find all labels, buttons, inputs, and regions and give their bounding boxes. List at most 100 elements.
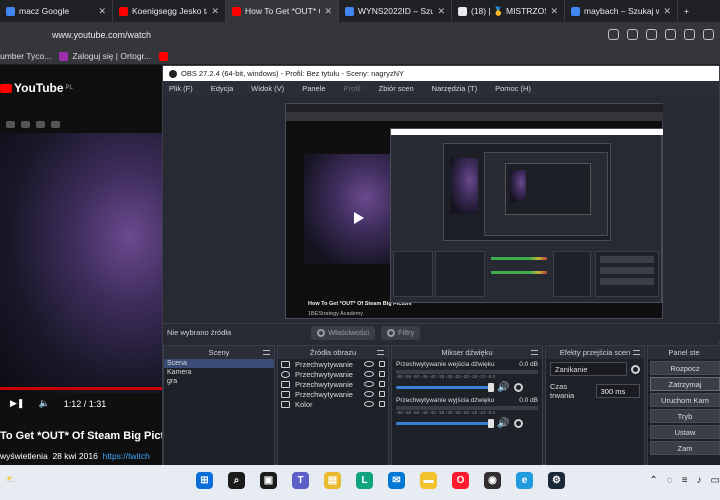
obs-menu-item[interactable]: Widok (V) [251, 84, 284, 93]
task-view-icon[interactable]: ▣ [260, 472, 277, 489]
eye-icon[interactable] [364, 401, 374, 407]
extension-icon[interactable] [6, 121, 15, 128]
obs-menu-item[interactable]: Edycja [211, 84, 234, 93]
eye-icon[interactable] [364, 371, 374, 377]
zoom-icon[interactable] [608, 29, 619, 40]
properties-button[interactable]: Właściwości [311, 325, 376, 340]
extension-icon[interactable] [51, 121, 60, 128]
gear-icon[interactable] [631, 364, 640, 374]
extension-icon[interactable] [36, 121, 45, 128]
new-tab-button[interactable]: + [678, 0, 718, 22]
extension-icon[interactable] [21, 121, 30, 128]
browser-tab[interactable]: (18) | 🥇 MISTRZOSTW ✕ [452, 0, 565, 22]
lock-icon[interactable] [379, 371, 385, 377]
eye-icon[interactable] [364, 391, 374, 397]
control-button[interactable]: Zatrzymaj [650, 377, 720, 391]
wifi-icon[interactable]: ≡ [682, 475, 688, 486]
opera-icon[interactable]: O [452, 472, 469, 489]
gear-icon[interactable] [514, 383, 524, 392]
camera-icon[interactable] [646, 29, 657, 40]
folder-icon[interactable]: ▬ [420, 472, 437, 489]
control-button[interactable]: Uruchom Kam [650, 393, 720, 407]
obs-menu-item[interactable]: Narzędzia (T) [432, 84, 477, 93]
dock-menu-icon[interactable] [633, 350, 640, 355]
weather-icon[interactable]: ⛅ [6, 475, 16, 484]
filters-button[interactable]: Filtry [381, 325, 421, 340]
app-l-icon[interactable]: L [356, 472, 373, 489]
scene-item[interactable]: Scena [164, 359, 274, 368]
dock-menu-icon[interactable] [377, 350, 384, 355]
obs-menu-item[interactable]: Plik (F) [169, 84, 193, 93]
source-label: Przechwytywanie [295, 379, 353, 389]
video-player[interactable] [0, 121, 162, 393]
control-button[interactable]: Tryb [650, 409, 720, 423]
eye-icon[interactable] [364, 381, 374, 387]
file-explorer-icon[interactable]: ▤ [324, 472, 341, 489]
menu-icon[interactable] [703, 29, 714, 40]
next-icon[interactable]: ▶❚ [10, 398, 24, 409]
browser-tab[interactable]: Koenigsegg Jesko ta ✕ [113, 0, 226, 22]
speaker-icon[interactable]: 🔊 [497, 382, 509, 393]
volume-icon[interactable]: ♪ [697, 475, 702, 486]
lock-icon[interactable] [379, 391, 385, 397]
gear-icon[interactable] [514, 419, 524, 428]
volume-slider[interactable] [396, 383, 494, 392]
lock-icon[interactable] [379, 401, 385, 407]
browser-tab[interactable]: How To Get *OUT* O ✕ [226, 0, 339, 22]
source-item[interactable]: Kolor [278, 399, 388, 409]
close-icon[interactable]: ✕ [437, 6, 445, 17]
obs-menu-item[interactable]: Profil [344, 84, 361, 93]
browser-tab[interactable]: WYNS2022ID – Szuk ✕ [339, 0, 452, 22]
browser-tab[interactable]: maybach – Szukaj w ✕ [565, 0, 678, 22]
source-item[interactable]: Przechwytywanie [278, 379, 388, 389]
dock-menu-icon[interactable] [531, 350, 538, 355]
steam-icon[interactable]: ⚙ [548, 472, 565, 489]
source-item[interactable]: Przechwytywanie [278, 369, 388, 379]
obs-icon[interactable]: ◉ [484, 472, 501, 489]
share-icon[interactable] [627, 29, 638, 40]
speaker-icon[interactable]: 🔊 [497, 418, 509, 429]
close-icon[interactable]: ✕ [324, 6, 332, 17]
bookmark-item[interactable] [159, 51, 172, 61]
close-icon[interactable]: ✕ [663, 6, 671, 17]
scene-item[interactable]: gra [164, 377, 274, 386]
mail-icon[interactable]: ✉ [388, 472, 405, 489]
youtube-logo[interactable]: YouTube PL [0, 81, 73, 95]
close-icon[interactable]: ✕ [211, 6, 219, 17]
start-icon[interactable]: ⊞ [196, 472, 213, 489]
bookmark-item[interactable]: Zaloguj się | Ortogr... [59, 51, 151, 61]
obs-menu-item[interactable]: Panele [302, 84, 325, 93]
control-button[interactable]: Zam [650, 441, 720, 455]
video-progress-bar[interactable] [0, 387, 162, 390]
bookmark-item[interactable]: umber Tyco... [0, 51, 51, 61]
eye-icon[interactable] [364, 361, 374, 367]
obs-menu-item[interactable]: Pomoc (H) [495, 84, 531, 93]
teams-icon[interactable]: T [292, 472, 309, 489]
lock-icon[interactable] [379, 361, 385, 367]
video-link[interactable]: https://twitch [103, 451, 150, 461]
show-hidden-icon[interactable]: ⌃ [649, 475, 657, 486]
source-item[interactable]: Przechwytywanie [278, 389, 388, 399]
lock-icon[interactable] [379, 381, 385, 387]
browser-tab[interactable]: macz Google ✕ [0, 0, 113, 22]
battery-icon[interactable]: ▭ [711, 475, 720, 486]
url-field[interactable]: www.youtube.com/watch [52, 30, 151, 40]
control-button[interactable]: Ustaw [650, 425, 720, 439]
obs-menu-item[interactable]: Zbiór scen [379, 84, 414, 93]
network-icon[interactable]: ◌ [667, 475, 673, 486]
close-icon[interactable]: ✕ [550, 6, 558, 17]
bookmark-star-icon[interactable] [684, 29, 695, 40]
dock-menu-icon[interactable] [263, 350, 270, 355]
search-icon[interactable]: ⌕ [228, 472, 245, 489]
shield-icon[interactable] [665, 29, 676, 40]
source-item[interactable]: Przechwytywanie [278, 359, 388, 369]
edge-icon[interactable]: e [516, 472, 533, 489]
volume-icon[interactable]: 🔈 [38, 398, 49, 409]
volume-slider[interactable] [396, 419, 494, 428]
scene-item[interactable]: Kamera [164, 368, 274, 377]
duration-input[interactable]: 300 ms [595, 384, 640, 398]
control-button[interactable]: Rozpocz [650, 361, 720, 375]
obs-preview[interactable]: How To Get *OUT* Of Steam Big Picture 1B… [285, 103, 663, 319]
transition-type-select[interactable]: Zanikanie [550, 362, 627, 376]
close-icon[interactable]: ✕ [98, 6, 106, 17]
